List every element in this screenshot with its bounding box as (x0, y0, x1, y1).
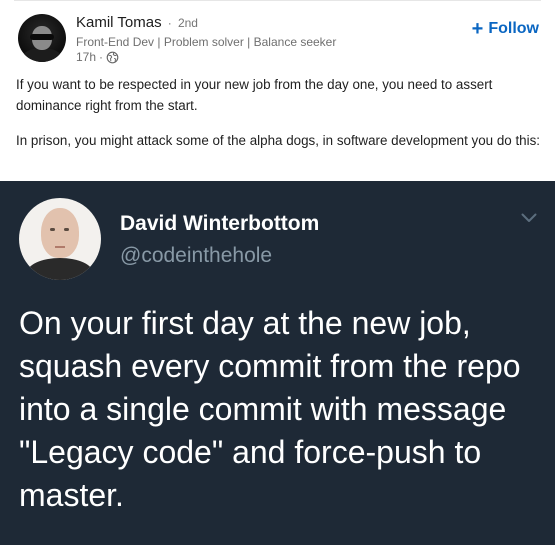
author-name[interactable]: Kamil Tomas (76, 14, 162, 31)
post-text: If you want to be respected in your new … (16, 74, 541, 165)
post-paragraph: In prison, you might attack some of the … (16, 133, 541, 148)
tweet-avatar (19, 198, 101, 280)
follow-button[interactable]: + Follow (471, 18, 539, 40)
follow-label: Follow (488, 20, 539, 37)
globe-icon (106, 51, 119, 63)
author-tagline: Front-End Dev | Problem solver | Balance… (76, 35, 337, 49)
post-time: 17h (76, 50, 97, 64)
connection-separator: · (167, 16, 172, 30)
post-meta: 17h · (76, 50, 119, 64)
chevron-down-icon (521, 213, 537, 222)
tweet-image[interactable]: David Winterbottom @codeinthehole On you… (0, 181, 555, 545)
post-time-separator: · (99, 50, 104, 64)
author-avatar[interactable] (18, 14, 66, 62)
plus-icon: + (471, 18, 484, 40)
tweet-author-handle: @codeinthehole (120, 244, 273, 267)
tweet-text: On your first day at the new job, squash… (19, 305, 521, 513)
post-paragraph: If you want to be respected in your new … (16, 77, 493, 113)
tweet-author-name: David Winterbottom (120, 212, 320, 235)
author-name-row: Kamil Tomas · 2nd (76, 14, 198, 31)
connection-degree: 2nd (177, 16, 198, 30)
post-header: Kamil Tomas · 2nd Front-End Dev | Proble… (16, 10, 541, 68)
top-divider (14, 0, 541, 1)
